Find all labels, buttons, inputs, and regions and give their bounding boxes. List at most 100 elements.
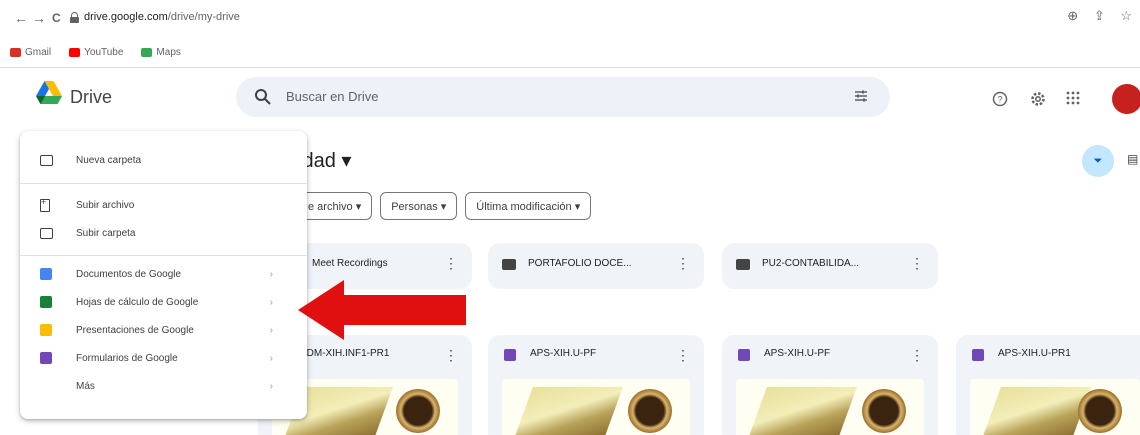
browser-chrome: ← → C drive.google.com/drive/my-drive ⊕ …: [0, 0, 1140, 68]
address-bar[interactable]: drive.google.com/drive/my-drive: [84, 11, 240, 23]
menu-item-upload-folder[interactable]: Subir carpeta: [20, 219, 307, 247]
sheets-icon: [40, 296, 52, 308]
coffee-cup-image: [862, 389, 906, 433]
bookmark-label: Maps: [156, 46, 181, 58]
youtube-icon: [69, 47, 81, 57]
menu-item-label: Presentaciones de Google: [76, 324, 194, 336]
docs-icon: [40, 268, 52, 280]
menu-item-more[interactable]: Más ›: [20, 372, 307, 400]
share-icon[interactable]: ⇪: [1094, 8, 1105, 23]
chevron-right-icon: ›: [269, 380, 273, 392]
folder-icon: [502, 259, 516, 270]
chip-last-modified[interactable]: Última modificación ▾: [465, 192, 592, 220]
more-options-icon[interactable]: ⋮: [444, 347, 458, 364]
bookmark-label: Gmail: [25, 46, 52, 58]
apps-grid-icon[interactable]: [1066, 91, 1080, 105]
file-name: APS-XIH.U-PF: [530, 348, 597, 359]
menu-item-label: Subir carpeta: [76, 227, 136, 239]
brand-title[interactable]: Drive: [70, 87, 112, 108]
forms-icon: [738, 349, 750, 361]
more-options-icon[interactable]: ⋮: [676, 255, 690, 272]
file-name: APS-XIH.U-PR1: [998, 348, 1071, 359]
cake-image: [511, 387, 623, 435]
red-arrow-annotation: [298, 280, 466, 340]
menu-item-label: Nueva carpeta: [76, 154, 142, 166]
url-path: /drive/my-drive: [167, 11, 240, 23]
list-view-icon[interactable]: ▤: [1127, 152, 1138, 166]
file-card[interactable]: APS-XIH.U-PF ⋮: [488, 335, 704, 435]
file-thumbnail: [502, 379, 690, 435]
file-thumbnail: [970, 379, 1140, 435]
cake-image: [745, 387, 857, 435]
drive-logo-icon[interactable]: [36, 81, 62, 104]
menu-divider: [20, 255, 307, 256]
forms-icon: [972, 349, 984, 361]
back-button[interactable]: ←: [14, 8, 28, 28]
forms-icon: [504, 349, 516, 361]
settings-icon[interactable]: [1030, 91, 1046, 107]
filter-view-button[interactable]: ⏷: [1082, 145, 1114, 177]
chevron-right-icon: ›: [269, 352, 273, 364]
bookmark-star-icon[interactable]: ☆: [1120, 8, 1132, 23]
search-input[interactable]: Buscar en Drive: [286, 89, 378, 104]
file-card[interactable]: APS-XIH.U-PR1: [956, 335, 1140, 435]
more-options-icon[interactable]: ⋮: [910, 255, 924, 272]
browser-nav-row: ← → C drive.google.com/drive/my-drive ⊕ …: [0, 8, 1140, 32]
menu-item-upload-file[interactable]: Subir archivo: [20, 191, 307, 219]
more-options-icon[interactable]: ⋮: [676, 347, 690, 364]
search-icon[interactable]: [254, 88, 272, 106]
bookmark-label: YouTube: [84, 46, 124, 58]
coffee-cup-image: [1078, 389, 1122, 433]
menu-item-google-slides[interactable]: Presentaciones de Google ›: [20, 316, 307, 344]
new-item-menu: Nueva carpeta Subir archivo Subir carpet…: [20, 131, 307, 419]
filter-chips: e archivo ▾ Personas ▾ Última modificaci…: [298, 192, 592, 220]
file-name: ADM-XIH.INF1-PR1: [300, 348, 390, 359]
file-card[interactable]: APS-XIH.U-PF ⋮: [722, 335, 938, 435]
menu-item-label: Subir archivo: [76, 199, 135, 211]
search-bar[interactable]: Buscar en Drive: [236, 77, 890, 117]
chip-people[interactable]: Personas ▾: [380, 192, 458, 220]
browser-right-icons: ⊕ ⇪ ☆: [1055, 8, 1132, 24]
bookmark-youtube[interactable]: YouTube: [69, 47, 123, 58]
bookmark-maps[interactable]: Maps: [141, 46, 181, 58]
chip-file-type[interactable]: e archivo ▾: [298, 192, 373, 220]
slides-icon: [40, 324, 52, 336]
menu-item-label: Documentos de Google: [76, 268, 182, 280]
chevron-right-icon: ›: [269, 268, 273, 280]
folder-name: PORTAFOLIO DOCE...: [528, 258, 632, 269]
coffee-cup-image: [628, 389, 672, 433]
menu-item-google-forms[interactable]: Formularios de Google ›: [20, 344, 307, 372]
forms-icon: [40, 352, 52, 364]
help-icon[interactable]: ?: [992, 91, 1008, 107]
folder-name: Meet Recordings: [312, 258, 388, 269]
menu-item-google-docs[interactable]: Documentos de Google ›: [20, 260, 307, 288]
upload-file-icon: [40, 197, 50, 212]
tune-icon[interactable]: [854, 89, 868, 103]
chevron-right-icon: ›: [269, 296, 273, 308]
bookmarks-bar: Gmail YouTube Maps: [10, 44, 181, 60]
bookmark-gmail[interactable]: Gmail: [10, 47, 51, 58]
more-options-icon[interactable]: ⋮: [444, 255, 458, 272]
drive-header: Drive Buscar en Drive ?: [0, 69, 1140, 127]
avatar[interactable]: [1112, 84, 1140, 114]
folder-card[interactable]: PU2-CONTABILIDA... ⋮: [722, 243, 938, 289]
gmail-icon: [10, 47, 21, 57]
new-folder-icon: [40, 154, 53, 166]
coffee-cup-image: [396, 389, 440, 433]
menu-item-new-folder[interactable]: Nueva carpeta: [20, 146, 307, 174]
menu-item-google-sheets[interactable]: Hojas de cálculo de Google ›: [20, 288, 307, 316]
folder-card[interactable]: PORTAFOLIO DOCE... ⋮: [488, 243, 704, 289]
url-host: drive.google.com: [84, 11, 168, 23]
reload-button[interactable]: C: [52, 8, 61, 28]
folder-icon: [736, 259, 750, 270]
more-options-icon[interactable]: ⋮: [910, 347, 924, 364]
zoom-icon[interactable]: ⊕: [1067, 8, 1078, 23]
menu-item-label: Hojas de cálculo de Google: [76, 296, 199, 308]
maps-icon: [141, 47, 153, 57]
chevron-right-icon: ›: [269, 324, 273, 336]
menu-divider: [20, 183, 307, 184]
forward-button[interactable]: →: [32, 8, 46, 28]
svg-text:?: ?: [997, 95, 1002, 105]
file-name: APS-XIH.U-PF: [764, 348, 831, 359]
file-thumbnail: [736, 379, 924, 435]
